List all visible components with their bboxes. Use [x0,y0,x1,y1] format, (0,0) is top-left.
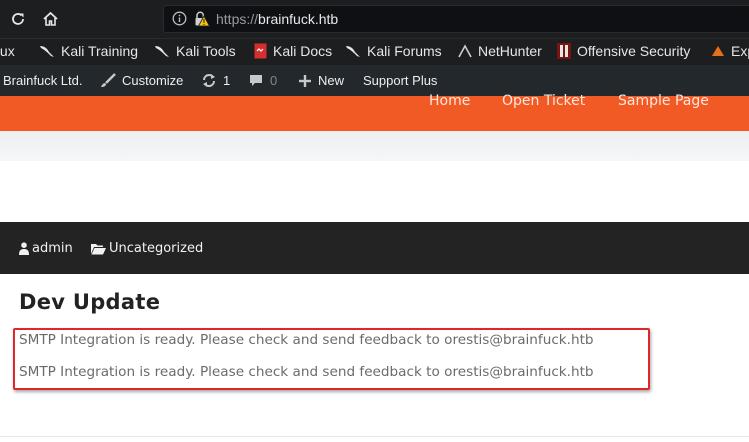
admin-updates[interactable]: 1 [201,73,230,88]
bookmark-label: Kali Training [61,43,139,59]
menu-item-home[interactable]: Home [429,93,470,109]
kali-dragon-icon [40,46,54,57]
bookmark-label: Kali Docs [273,43,333,59]
admin-comments[interactable]: 0 [248,73,277,88]
new-label: New [318,73,345,88]
reload-button[interactable] [9,10,27,28]
reload-icon [12,13,24,25]
home-button[interactable] [41,10,59,28]
bookmark-exploit-db[interactable]: Exploit-DB [711,43,749,59]
bookmark-kali-forums[interactable]: Kali Forums [345,43,442,59]
post-meta-bar: admin Uncategorized [0,222,749,274]
bookmark-label: Kali Forums [367,43,442,59]
post-category[interactable]: Uncategorized [91,241,203,256]
highlight-annotation-box [13,328,650,390]
browser-toolbar: https://brainfuck.htb [0,0,749,38]
bookmark-kali-linux[interactable]: Kali Linux [0,43,15,59]
admin-new[interactable]: New [298,73,344,88]
admin-support-plus[interactable]: Support Plus [363,73,437,88]
bookmark-offensive-security[interactable]: Offensive Security [557,43,690,59]
author-name: admin [32,241,73,256]
bookmark-kali-tools[interactable]: Kali Tools [154,43,236,59]
kali-dragon-icon [155,46,169,57]
insecure-lock-icon[interactable] [192,10,210,28]
url-scheme: https:// [216,11,259,27]
customize-label: Customize [122,73,184,88]
bookmark-nethunter[interactable]: NetHunter [458,43,542,59]
url-text[interactable]: https://brainfuck.htb [216,11,338,27]
url-host: brainfuck.htb [258,11,339,27]
user-icon [19,242,29,255]
support-label: Support Plus [363,73,438,88]
content-divider [0,436,749,437]
bookmark-kali-docs[interactable]: Kali Docs [254,43,332,59]
paintbrush-icon [101,73,116,87]
bookmark-label: Exploit-DB [731,43,749,59]
bookmarks-bar: Kali Linux Kali Training Kali Tools Kali… [0,38,749,65]
site-name-label: Brainfuck Ltd. [3,73,83,88]
plus-icon [299,74,311,87]
wp-admin-bar: Brainfuck Ltd. Customize 1 0 New Support… [0,65,749,96]
info-icon[interactable] [172,11,187,26]
comments-count: 0 [270,73,278,88]
home-icon [42,11,58,26]
updates-count: 1 [223,73,231,88]
bookmark-label: Kali Tools [176,43,236,59]
menu-item-open-ticket[interactable]: Open Ticket [502,93,585,109]
kali-dragon-icon [346,46,360,57]
document-icon [254,43,267,59]
menu-item-sample-page[interactable]: Sample Page [618,93,709,109]
post-title[interactable]: Dev Update [19,290,160,314]
bookmark-kali-training[interactable]: Kali Training [39,43,138,59]
offsec-icon [557,43,571,59]
header-shadow-band [0,131,749,161]
exploit-db-icon [712,46,724,56]
category-name: Uncategorized [109,241,204,256]
bookmark-label: Kali Linux [0,43,15,59]
url-bar[interactable]: https://brainfuck.htb [163,5,749,33]
post-author[interactable]: admin [19,241,73,256]
admin-customize[interactable]: Customize [100,73,183,88]
bookmark-label: NetHunter [478,43,542,59]
folder-open-icon [91,243,106,254]
admin-site-name[interactable]: Brainfuck Ltd. [3,73,83,88]
nethunter-icon [458,44,472,58]
bookmark-label: Offensive Security [577,43,691,59]
updates-icon [203,74,215,87]
site-navigation: Home Open Ticket Sample Page [0,93,749,131]
comment-bubble-icon [250,75,262,86]
